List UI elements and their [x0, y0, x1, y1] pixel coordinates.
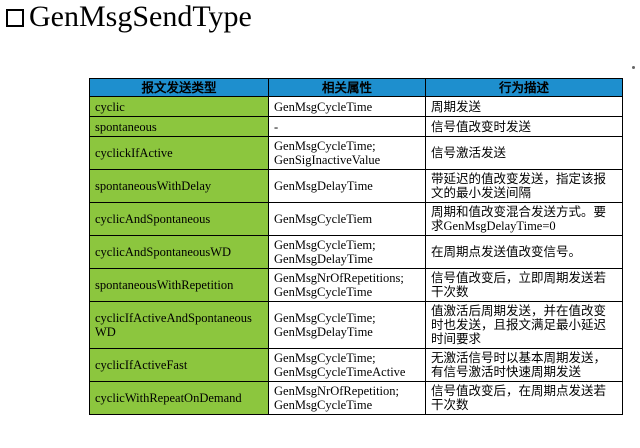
attributes-cell: GenMsgCycleTime	[268, 96, 426, 117]
table-row: spontaneous - 信号值改变时发送	[89, 116, 623, 137]
table-row: cyclicIfActiveFast GenMsgCycleTime; GenMs…	[89, 348, 623, 382]
send-type-cell: cyclic	[89, 96, 269, 117]
table-row: spontaneousWithRepetition GenMsgNrOfRepet…	[89, 268, 623, 302]
send-type-cell: spontaneous	[89, 116, 269, 137]
attributes-cell: GenMsgCycleTime; GenMsgCycleTimeActive	[268, 348, 426, 382]
header-send-type: 报文发送类型	[89, 78, 269, 97]
send-type-cell: cyclicAndSpontaneous	[89, 202, 269, 236]
table-header-row: 报文发送类型 相关属性 行为描述	[89, 78, 623, 97]
decorative-dot	[632, 66, 635, 69]
table-row: cyclic GenMsgCycleTime 周期发送	[89, 96, 623, 117]
attributes-cell: GenMsgCycleTiem	[268, 202, 426, 236]
behavior-cell: 周期发送	[425, 96, 623, 117]
send-type-cell: cyclicWithRepeatOnDemand	[89, 381, 269, 415]
behavior-cell: 信号值改变后，立即周期发送若干次数	[425, 268, 623, 302]
behavior-cell: 信号激活发送	[425, 136, 623, 170]
behavior-cell: 周期和值改变混合发送方式。要求GenMsgDelayTime=0	[425, 202, 623, 236]
table-row: spontaneousWithDelay GenMsgDelayTime 带延迟的值…	[89, 169, 623, 203]
send-type-cell: cyclicIfActiveAndSpontaneousWD	[89, 301, 269, 349]
send-type-table: 报文发送类型 相关属性 行为描述 cyclic GenMsgCycleTime 周期…	[89, 78, 623, 415]
behavior-cell: 信号值改变时发送	[425, 116, 623, 137]
attributes-cell: GenMsgCycleTime; GenMsgDelayTime	[268, 301, 426, 349]
page-title: GenMsgSendType	[6, 0, 252, 34]
table-row: cyclicAndSpontaneous GenMsgCycleTiem 周期和值改…	[89, 202, 623, 236]
table-row: cyclickIfActive GenMsgCycleTime; GenSigIn…	[89, 136, 623, 170]
attributes-cell: GenMsgNrOfRepetition; GenMsgCycleTime	[268, 381, 426, 415]
table-row: cyclicWithRepeatOnDemand GenMsgNrOfRepeti…	[89, 381, 623, 415]
attributes-cell: -	[268, 116, 426, 137]
square-bullet-icon	[6, 9, 24, 27]
attributes-cell: GenMsgNrOfRepetitions; GenMsgCycleTime	[268, 268, 426, 302]
behavior-cell: 无激活信号时以基本周期发送，有信号激活时快速周期发送	[425, 348, 623, 382]
table-body: cyclic GenMsgCycleTime 周期发送 spontaneous - 信号值…	[89, 96, 623, 415]
attributes-cell: GenMsgCycleTime; GenSigInactiveValue	[268, 136, 426, 170]
send-type-cell: cyclicIfActiveFast	[89, 348, 269, 382]
send-type-cell: cyclickIfActive	[89, 136, 269, 170]
table-row: cyclicIfActiveAndSpontaneousWD GenMsgCycl…	[89, 301, 623, 349]
send-type-cell: spontaneousWithDelay	[89, 169, 269, 203]
behavior-cell: 在周期点发送值改变信号。	[425, 235, 623, 269]
behavior-cell: 带延迟的值改变发送，指定该报文的最小发送间隔	[425, 169, 623, 203]
send-type-cell: cyclicAndSpontaneousWD	[89, 235, 269, 269]
behavior-cell: 值激活后周期发送，并在值改变时也发送，且报文满足最小延迟时间要求	[425, 301, 623, 349]
attributes-cell: GenMsgCycleTiem; GenMsgDelayTime	[268, 235, 426, 269]
table-row: cyclicAndSpontaneousWD GenMsgCycleTiem; G…	[89, 235, 623, 269]
header-attributes: 相关属性	[268, 78, 426, 97]
header-behavior: 行为描述	[425, 78, 623, 97]
behavior-cell: 信号值改变后，在周期点发送若干次数	[425, 381, 623, 415]
send-type-cell: spontaneousWithRepetition	[89, 268, 269, 302]
page-title-text: GenMsgSendType	[29, 0, 252, 33]
attributes-cell: GenMsgDelayTime	[268, 169, 426, 203]
